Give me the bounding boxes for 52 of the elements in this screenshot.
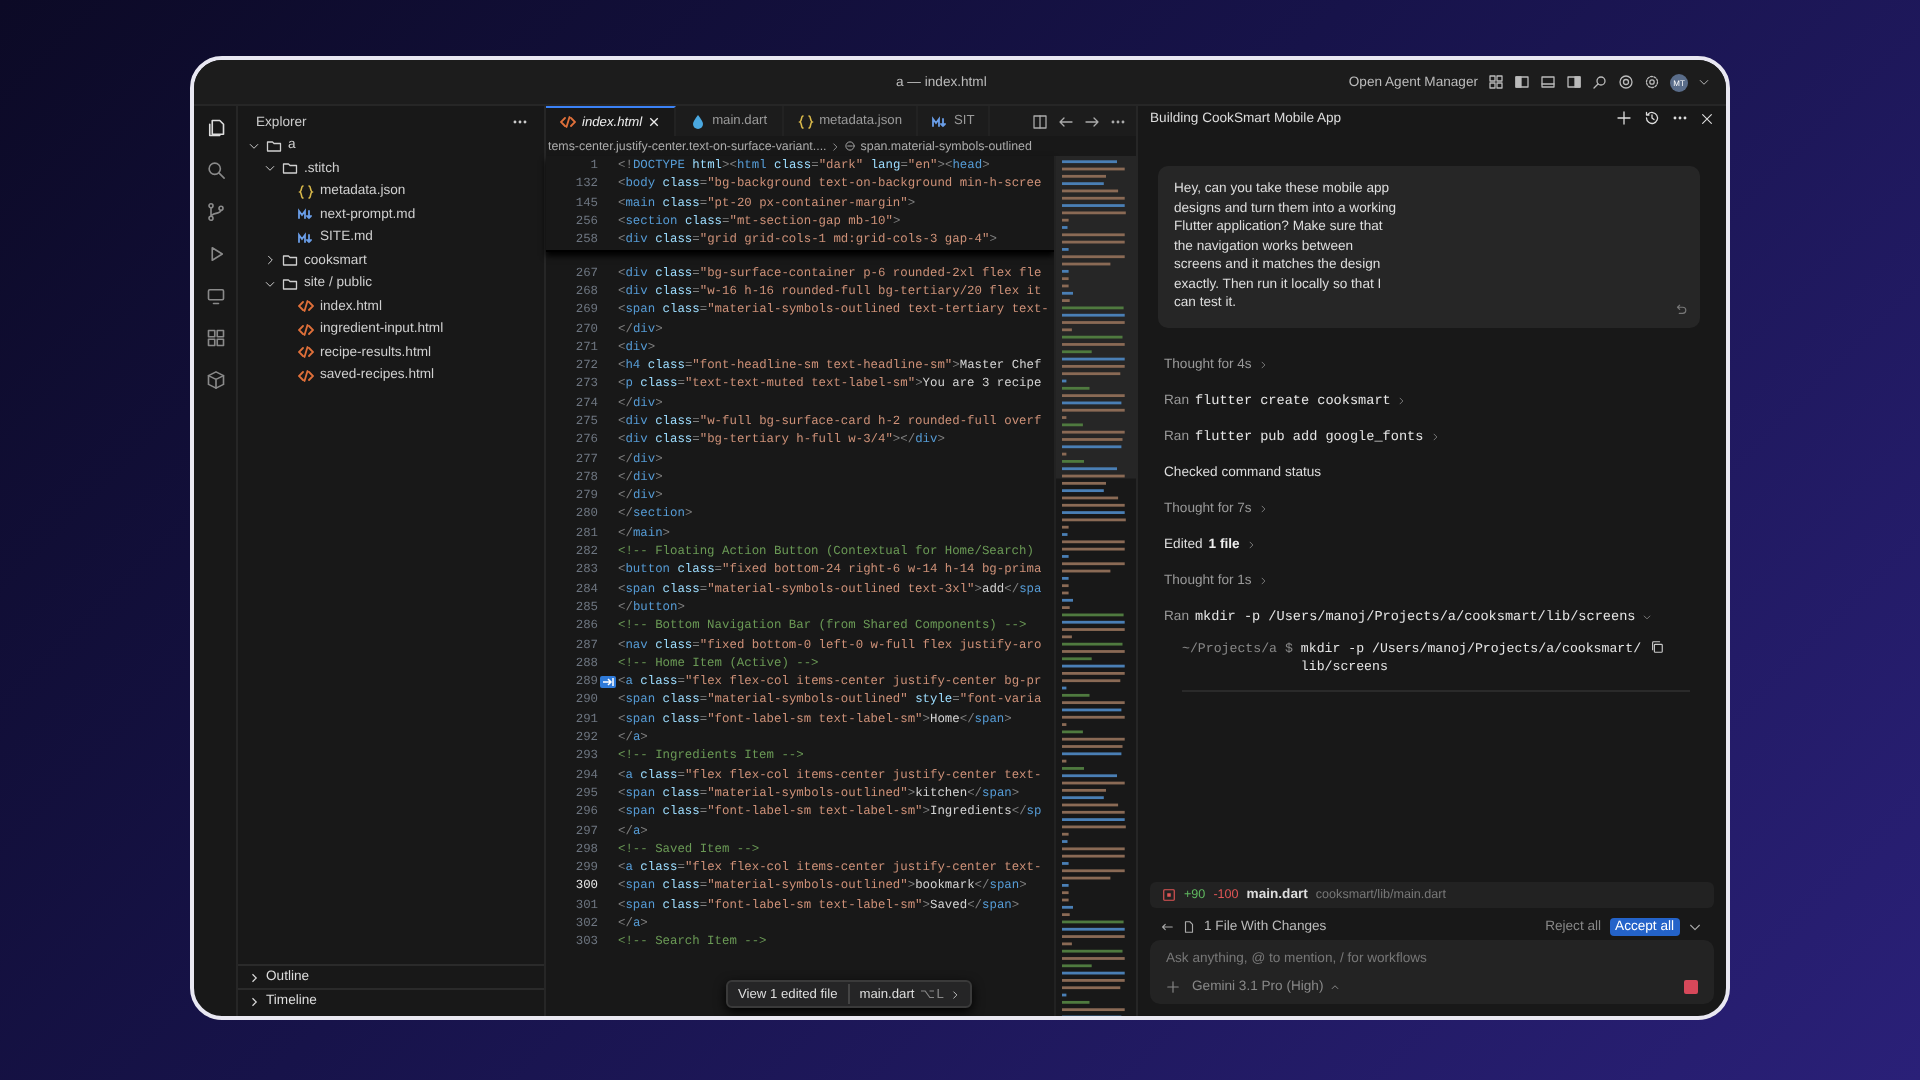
back-arrow-icon[interactable] (1160, 919, 1174, 933)
chevron-right-icon[interactable] (1245, 540, 1256, 551)
code-file-icon (298, 344, 314, 361)
files-icon[interactable] (205, 118, 225, 138)
sidebar-left-icon[interactable] (1514, 74, 1530, 90)
close-icon[interactable] (1700, 111, 1714, 125)
chevron-down-icon (264, 277, 276, 290)
sidebar-right-icon[interactable] (1566, 74, 1582, 90)
caret-icon (1329, 982, 1340, 992)
markdown-file-icon (298, 206, 314, 223)
chevron-right-icon[interactable] (1429, 432, 1440, 443)
chevron-down-icon[interactable] (1688, 919, 1702, 933)
forward-arrow-icon[interactable] (1084, 113, 1100, 129)
minimap-drawing[interactable] (1054, 156, 1136, 1016)
chevron-right-icon (264, 254, 276, 267)
file-diff-icon (1162, 888, 1176, 902)
chevron-down-icon[interactable] (1641, 612, 1652, 623)
code-file-icon (298, 321, 314, 338)
markdown-file-icon (298, 229, 314, 246)
file-icon (1182, 919, 1196, 933)
chevron-right-icon[interactable] (1396, 396, 1407, 407)
history-icon[interactable] (1644, 110, 1660, 126)
extensions-icon[interactable] (205, 328, 225, 348)
monitor-icon[interactable] (205, 286, 225, 306)
chevron-right-icon[interactable] (1257, 504, 1268, 515)
search-icon[interactable] (205, 160, 225, 180)
chevron-right-icon (949, 989, 960, 999)
back-arrow-icon[interactable] (1058, 113, 1074, 129)
symbol-icon (844, 140, 857, 152)
copy-icon (1649, 639, 1664, 654)
markdown-file-icon (931, 113, 948, 129)
chevron-right-icon (830, 141, 841, 151)
braces-file-icon (298, 183, 314, 200)
cube-icon[interactable] (205, 370, 225, 390)
caret-icon (1698, 76, 1710, 88)
drop-file-icon (690, 113, 707, 129)
braces-file-icon (797, 113, 814, 129)
close-icon[interactable] (648, 116, 661, 128)
target-icon[interactable] (1618, 74, 1634, 90)
search-icon[interactable] (1592, 74, 1608, 90)
code-file-icon (298, 298, 314, 315)
code-file-icon (560, 114, 576, 130)
layout-icon[interactable] (1488, 74, 1504, 90)
chevron-right-icon[interactable] (1257, 576, 1268, 587)
branch-icon[interactable] (205, 202, 225, 222)
code-file-icon (298, 367, 314, 384)
undo-icon[interactable] (1674, 301, 1688, 316)
panel-bottom-icon[interactable] (1540, 74, 1556, 90)
tab-key-icon[interactable] (600, 675, 616, 688)
chevron-right-icon[interactable] (1257, 360, 1268, 371)
split-editor-icon[interactable] (1032, 113, 1048, 129)
settings-icon[interactable] (1644, 74, 1660, 90)
